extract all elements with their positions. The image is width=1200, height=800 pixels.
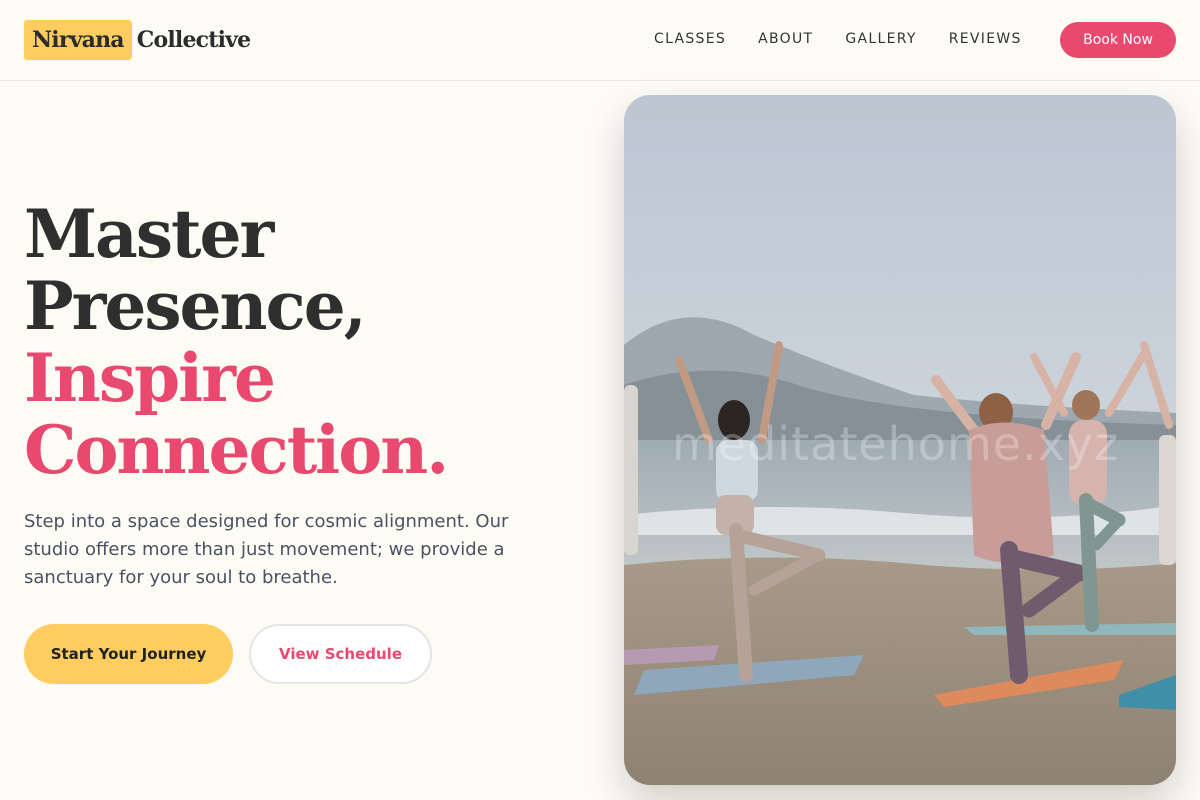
image-watermark: meditatehome.xyz <box>672 417 1120 471</box>
nav-link-gallery[interactable]: GALLERY <box>845 30 916 48</box>
hero-title: Master Presence, Inspire Connection. <box>24 198 604 486</box>
main-nav: CLASSES ABOUT GALLERY REVIEWS <box>654 30 1054 48</box>
hero-image: meditatehome.xyz <box>624 95 1176 785</box>
logo[interactable]: Nirvana Collective <box>24 20 251 60</box>
hero-title-line-4: Connection. <box>24 411 449 489</box>
logo-mark: Nirvana <box>24 20 132 60</box>
hero-title-line-2: Presence, <box>24 267 367 345</box>
start-journey-button[interactable]: Start Your Journey <box>24 624 233 684</box>
hero-title-line-3: Inspire <box>24 339 276 417</box>
nav-link-about[interactable]: ABOUT <box>758 30 813 48</box>
hero-description: Step into a space designed for cosmic al… <box>24 511 509 588</box>
nav-link-classes[interactable]: CLASSES <box>654 30 726 48</box>
book-now-button[interactable]: Book Now <box>1060 22 1176 58</box>
nav-link-reviews[interactable]: REVIEWS <box>949 30 1022 48</box>
hero-title-line-1: Master <box>24 195 274 273</box>
view-schedule-button[interactable]: View Schedule <box>249 624 432 684</box>
site-header: Nirvana Collective CLASSES ABOUT GALLERY… <box>0 0 1200 81</box>
logo-word: Collective <box>136 27 251 53</box>
